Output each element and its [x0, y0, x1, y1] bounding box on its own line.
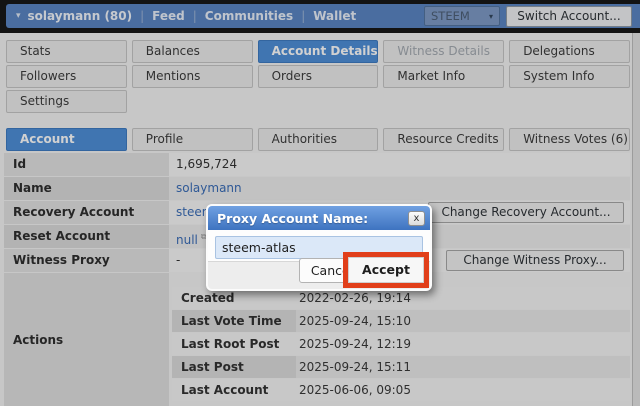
annotation-highlight-box: Accept	[343, 252, 429, 288]
proxy-account-dialog: Proxy Account Name: x Cancel Accept	[206, 204, 432, 291]
dialog-footer: Cancel Accept	[208, 252, 430, 289]
app-window: ▾ solaymann (80) | Feed | Communities | …	[0, 0, 640, 406]
dialog-title: Proxy Account Name:	[217, 210, 369, 226]
accept-button[interactable]: Accept	[348, 257, 424, 283]
dialog-titlebar: Proxy Account Name: x	[208, 206, 430, 230]
modal-dim-overlay	[0, 0, 640, 406]
close-icon[interactable]: x	[408, 210, 425, 226]
